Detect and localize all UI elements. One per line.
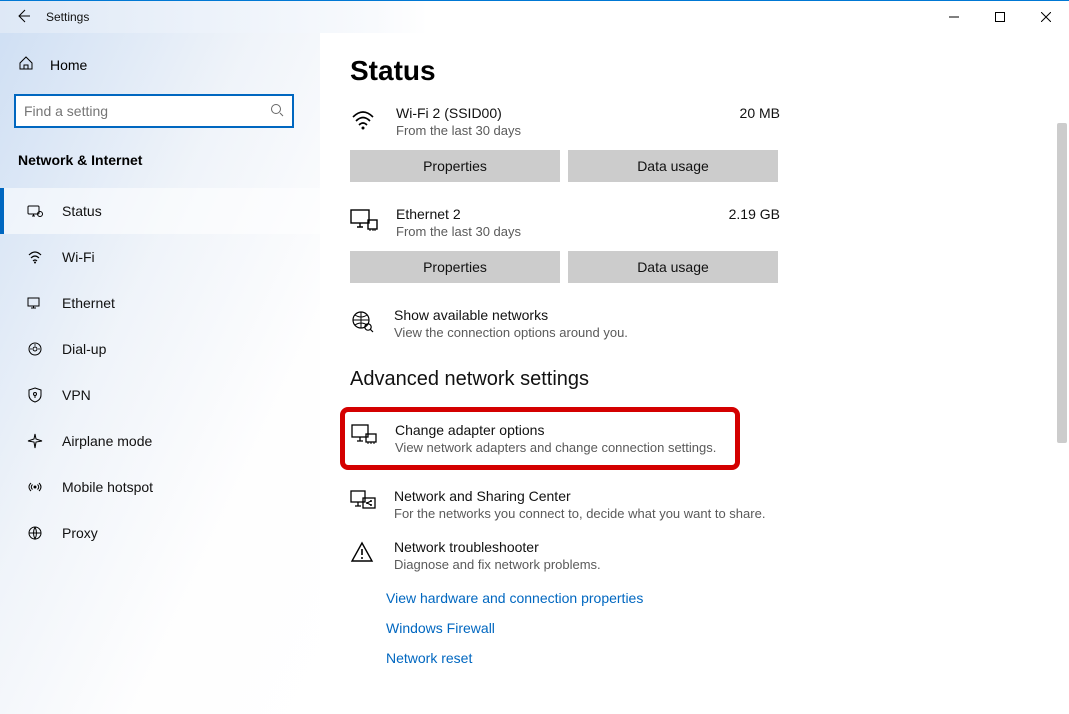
proxy-icon (26, 525, 44, 541)
sidebar-item-status[interactable]: Status (0, 188, 320, 234)
adv-change-adapter-options[interactable]: Change adapter options View network adapt… (340, 407, 740, 470)
data-usage-button[interactable]: Data usage (568, 251, 778, 283)
sidebar: Home Network & Internet Status Wi-Fi Ether… (0, 33, 320, 714)
maximize-button[interactable] (977, 1, 1023, 33)
back-button[interactable] (0, 8, 46, 27)
nav-list: Status Wi-Fi Ethernet Dial-up VPN Airplane mo… (0, 188, 320, 556)
search-box[interactable] (14, 94, 294, 128)
sidebar-item-mobile-hotspot[interactable]: Mobile hotspot (0, 464, 320, 510)
settings-window: Settings Home Network & Interne (0, 0, 1069, 714)
network-name: Ethernet 2 (396, 206, 711, 222)
sidebar-item-wi-fi[interactable]: Wi-Fi (0, 234, 320, 280)
home-link[interactable]: Home (0, 45, 320, 84)
category-header: Network & Internet (0, 144, 320, 178)
network-entry: Ethernet 2 From the last 30 days 2.19 GB (350, 206, 780, 239)
properties-button[interactable]: Properties (350, 251, 560, 283)
nav-label: Ethernet (62, 295, 115, 311)
adv-network-and-sharing-center[interactable]: Network and Sharing Center For the networ… (350, 488, 1039, 521)
link-windows-firewall[interactable]: Windows Firewall (386, 620, 1039, 636)
link-network-reset[interactable]: Network reset (386, 650, 1039, 666)
adv-sub: Diagnose and fix network problems. (394, 557, 601, 572)
show-networks-sub: View the connection options around you. (394, 325, 628, 340)
network-sub: From the last 30 days (396, 224, 711, 239)
network-usage: 20 MB (740, 105, 780, 121)
sidebar-item-ethernet[interactable]: Ethernet (0, 280, 320, 326)
show-available-networks[interactable]: Show available networks View the connect… (350, 307, 1039, 340)
titlebar: Settings (0, 1, 1069, 33)
ethernet-icon (350, 206, 378, 235)
adv-sub: View network adapters and change connect… (395, 440, 716, 455)
advanced-section-title: Advanced network settings (350, 368, 1039, 391)
link-view-hardware-and-connection-properties[interactable]: View hardware and connection properties (386, 590, 1039, 606)
sidebar-item-airplane-mode[interactable]: Airplane mode (0, 418, 320, 464)
nav-label: VPN (62, 387, 91, 403)
status-icon (26, 203, 44, 219)
show-networks-title: Show available networks (394, 307, 628, 323)
sidebar-item-dial-up[interactable]: Dial-up (0, 326, 320, 372)
vpn-icon (26, 387, 44, 403)
network-sub: From the last 30 days (396, 123, 722, 138)
nav-label: Dial-up (62, 341, 106, 357)
globe-icon (350, 307, 376, 336)
airplane-icon (26, 433, 44, 449)
content-area: Status Wi-Fi 2 (SSID00) From the last 30 … (320, 33, 1069, 714)
adv-network-troubleshooter[interactable]: Network troubleshooter Diagnose and fix n… (350, 539, 1039, 572)
dialup-icon (26, 341, 44, 357)
home-label: Home (50, 57, 87, 73)
data-usage-button[interactable]: Data usage (568, 150, 778, 182)
network-entry: Wi-Fi 2 (SSID00) From the last 30 days 20 … (350, 105, 780, 138)
home-icon (18, 55, 34, 74)
search-icon (270, 103, 284, 120)
nav-label: Proxy (62, 525, 98, 541)
scrollbar[interactable] (1055, 33, 1069, 714)
nav-label: Status (62, 203, 102, 219)
adv-title: Change adapter options (395, 422, 716, 438)
wifi-icon (26, 249, 44, 265)
network-name: Wi-Fi 2 (SSID00) (396, 105, 722, 121)
troubleshoot-icon (350, 539, 376, 566)
adapter-icon (351, 422, 377, 449)
properties-button[interactable]: Properties (350, 150, 560, 182)
network-usage: 2.19 GB (729, 206, 780, 222)
nav-label: Wi-Fi (62, 249, 95, 265)
sidebar-item-proxy[interactable]: Proxy (0, 510, 320, 556)
search-input[interactable] (24, 103, 270, 119)
adv-title: Network and Sharing Center (394, 488, 765, 504)
sharing-icon (350, 488, 376, 515)
nav-label: Airplane mode (62, 433, 152, 449)
window-title: Settings (46, 10, 89, 24)
hotspot-icon (26, 479, 44, 495)
adv-sub: For the networks you connect to, decide … (394, 506, 765, 521)
sidebar-item-vpn[interactable]: VPN (0, 372, 320, 418)
nav-label: Mobile hotspot (62, 479, 153, 495)
ethernet-icon (26, 295, 44, 311)
close-button[interactable] (1023, 1, 1069, 33)
minimize-button[interactable] (931, 1, 977, 33)
adv-title: Network troubleshooter (394, 539, 601, 555)
wifi-icon (350, 105, 378, 136)
page-title: Status (350, 55, 1039, 87)
